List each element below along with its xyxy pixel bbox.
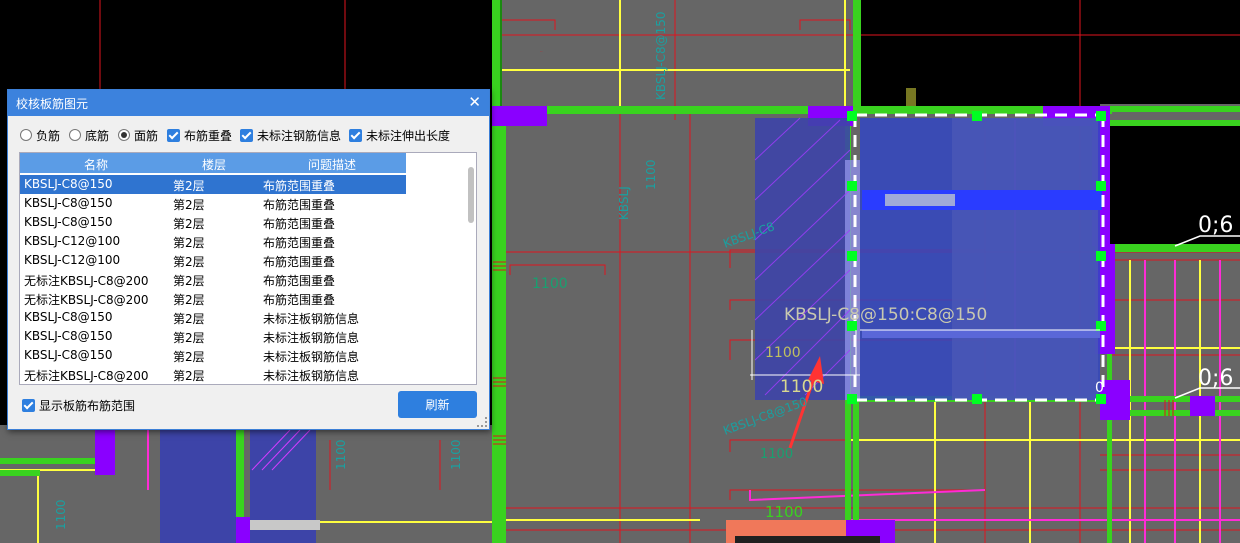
cell-name: KBSLJ-C8@150: [24, 215, 113, 229]
checkbox-show-rebar-range[interactable]: 显示板筋布筋范围: [22, 396, 135, 414]
dimension-label-bottom: 1100: [765, 503, 803, 521]
dark-element: [735, 536, 880, 543]
main-rebar-label: KBSLJ-C8@150:C8@150: [784, 305, 987, 325]
dialog-titlebar[interactable]: 校核板筋图元 ✕: [8, 90, 489, 116]
cell-name: KBSLJ-C8@150: [24, 329, 113, 343]
cell-floor: 第2层: [173, 312, 205, 326]
cell-name: KBSLJ-C12@100: [24, 234, 121, 248]
cell-description: 布筋范围重叠: [263, 274, 336, 288]
cell-floor: 第2层: [173, 350, 205, 364]
white-bar: [250, 520, 320, 530]
table-row[interactable]: KBSLJ-C8@150 第2层 未标注板钢筋信息: [20, 327, 460, 346]
table-row[interactable]: 无标注KBSLJ-C8@200 第2层 布筋范围重叠: [20, 270, 460, 289]
cell-description: 布筋范围重叠: [263, 236, 336, 250]
table-row[interactable]: 无标注KBSLJ-C8@200 第2层 布筋范围重叠: [20, 289, 460, 308]
radio-selected-icon: [118, 129, 130, 141]
cell-description: 未标注板钢筋信息: [263, 369, 360, 383]
radio-bottom-rebar-label: 底筋: [85, 128, 110, 143]
table-row[interactable]: KBSLJ-C8@150 第2层 布筋范围重叠: [20, 194, 460, 213]
svg-text:1100: 1100: [449, 439, 463, 470]
cell-floor: 第2层: [173, 293, 205, 307]
checkbox-checked-icon: [22, 398, 35, 412]
table-row[interactable]: KBSLJ-C8@150 第2层 未标注板钢筋信息: [20, 308, 460, 327]
cell-description: 布筋范围重叠: [263, 179, 336, 193]
dimension-label-top: 1100: [540, 51, 543, 53]
filter-options: 负筋 底筋 面筋 布筋重叠 未标注钢筋信息 未标注伸出长度: [8, 126, 489, 146]
column-header-name[interactable]: 名称: [84, 156, 108, 173]
table-row[interactable]: KBSLJ-C8@150 第2层 布筋范围重叠: [20, 213, 460, 232]
checkbox-unmarked-rebar-info[interactable]: 未标注钢筋信息: [240, 126, 341, 144]
cell-name: 无标注KBSLJ-C8@200: [24, 293, 149, 307]
checkbox-show-rebar-range-label: 显示板筋布筋范围: [39, 398, 136, 413]
svg-text:1100: 1100: [54, 499, 68, 530]
svg-text:1100: 1100: [334, 439, 348, 470]
zero-label: 0: [1095, 380, 1104, 396]
cell-description: 布筋范围重叠: [263, 293, 336, 307]
cell-description: 布筋范围重叠: [263, 198, 336, 212]
svg-text:KBSLJ-C8@150: KBSLJ-C8@150: [654, 11, 668, 100]
cell-description: 布筋范围重叠: [263, 217, 336, 231]
checkbox-checked-icon: [240, 128, 253, 142]
check-slab-rebar-dialog[interactable]: 校核板筋图元 ✕ 负筋 底筋 面筋 布筋重叠 未标注钢筋信息 未标注伸出长度 名…: [7, 89, 490, 430]
dimension-label-mid: 1100: [760, 447, 793, 462]
table-row[interactable]: KBSLJ-C8@150 第2层 未标注板钢筋信息: [20, 346, 460, 365]
svg-text:KBSLJ: KBSLJ: [617, 186, 631, 220]
cell-floor: 第2层: [173, 274, 205, 288]
radio-top-rebar[interactable]: 面筋: [118, 126, 158, 144]
cell-description: 未标注板钢筋信息: [263, 312, 360, 326]
checkbox-unmarked-extension-length[interactable]: 未标注伸出长度: [349, 126, 450, 144]
issue-table[interactable]: 名称 楼层 问题描述 KBSLJ-C8@150 第2层 布筋范围重叠 KBSLJ-C8…: [19, 152, 477, 385]
small-marker: [906, 88, 916, 106]
cell-floor: 第2层: [173, 198, 205, 212]
table-scrollbar[interactable]: [468, 167, 474, 223]
close-icon[interactable]: ✕: [468, 93, 481, 111]
cell-name: KBSLJ-C8@150: [24, 196, 113, 210]
radio-negative-rebar[interactable]: 负筋: [20, 126, 60, 144]
radio-icon: [20, 129, 32, 141]
svg-text:1100: 1100: [644, 159, 658, 190]
cell-name: 无标注KBSLJ-C8@200: [24, 274, 149, 288]
cell-floor: 第2层: [173, 255, 205, 269]
cell-floor: 第2层: [173, 369, 205, 383]
cell-floor: 第2层: [173, 331, 205, 345]
dimension-label: 1100: [780, 377, 823, 397]
resize-grip-icon[interactable]: [477, 417, 487, 427]
cell-description: 布筋范围重叠: [263, 255, 336, 269]
radio-negative-rebar-label: 负筋: [36, 128, 61, 143]
checkbox-unmarked-rebar-info-label: 未标注钢筋信息: [257, 128, 342, 143]
checkbox-checked-icon: [167, 128, 180, 142]
dialog-title: 校核板筋图元: [16, 97, 89, 111]
cell-name: KBSLJ-C8@150: [24, 310, 113, 324]
table-row[interactable]: KBSLJ-C12@100 第2层 布筋范围重叠: [20, 251, 460, 270]
column-header-floor[interactable]: 楼层: [202, 156, 226, 173]
dimension-label-small: 1100: [765, 345, 801, 361]
column-header-description[interactable]: 问题描述: [308, 156, 356, 173]
table-row[interactable]: KBSLJ-C8@150 第2层 布筋范围重叠: [20, 175, 406, 194]
cell-name: KBSLJ-C12@100: [24, 253, 121, 267]
cell-floor: 第2层: [173, 217, 205, 231]
cell-description: 未标注板钢筋信息: [263, 350, 360, 364]
checkbox-rebar-overlap-label: 布筋重叠: [184, 128, 233, 143]
radio-bottom-rebar[interactable]: 底筋: [69, 126, 109, 144]
side-label-top: 0;6: [1198, 213, 1233, 238]
cell-floor: 第2层: [173, 236, 205, 250]
cell-name: KBSLJ-C8@150: [24, 348, 113, 362]
radio-icon: [69, 129, 81, 141]
checkbox-checked-icon: [349, 128, 362, 142]
dimension-label-left: 1100: [532, 276, 568, 292]
refresh-button[interactable]: 刷新: [398, 391, 477, 418]
cell-name: 无标注KBSLJ-C8@200: [24, 369, 149, 383]
table-header: 名称 楼层 问题描述: [20, 153, 406, 173]
radio-top-rebar-label: 面筋: [134, 128, 159, 143]
cell-description: 未标注板钢筋信息: [263, 331, 360, 345]
checkbox-rebar-overlap[interactable]: 布筋重叠: [167, 126, 232, 144]
cell-floor: 第2层: [173, 179, 205, 193]
checkbox-unmarked-extension-length-label: 未标注伸出长度: [366, 128, 451, 143]
table-row[interactable]: 无标注KBSLJ-C8@200 第2层 未标注板钢筋信息: [20, 365, 460, 384]
table-row[interactable]: KBSLJ-C12@100 第2层 布筋范围重叠: [20, 232, 460, 251]
cell-name: KBSLJ-C8@150: [24, 177, 113, 191]
